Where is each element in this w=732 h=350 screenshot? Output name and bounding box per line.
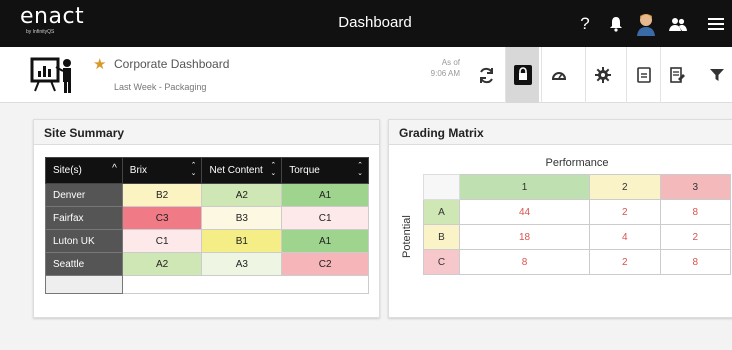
top-bar: enact by InfinityQS Dashboard ?: [0, 0, 732, 47]
matrix-count-cell[interactable]: 44: [458, 199, 591, 225]
grade-cell[interactable]: A1: [281, 229, 369, 253]
grading-matrix-title: Grading Matrix: [389, 120, 732, 145]
column-header-brix[interactable]: Brix ⌃ ⌄: [121, 157, 203, 184]
performance-column-header: 2: [589, 174, 661, 200]
lock-button[interactable]: [505, 47, 539, 103]
as-of-timestamp: As of 9:06 AM: [412, 57, 460, 79]
performance-axis-label: Performance: [545, 157, 609, 169]
table-row[interactable]: Seattle A2 A3 C2: [45, 252, 369, 276]
empty-cell: [45, 275, 123, 294]
column-header-label: Site(s): [53, 165, 82, 176]
site-summary-panel: Site Summary Site(s) ^ Brix ⌃ ⌄ Net Content…: [33, 119, 380, 318]
column-header-site[interactable]: Site(s) ^: [45, 157, 123, 184]
bell-icon[interactable]: [604, 12, 628, 36]
presentation-icon: [30, 55, 76, 95]
sort-up-icon[interactable]: ^: [112, 164, 117, 174]
table-row[interactable]: Luton UK C1 B1 A1: [45, 229, 369, 253]
potential-row-header: A: [423, 199, 460, 225]
column-header-torque[interactable]: Torque ⌃ ⌄: [281, 157, 369, 184]
settings-button[interactable]: [585, 47, 619, 103]
potential-row-header: B: [423, 224, 460, 250]
report-button[interactable]: [660, 47, 694, 103]
grade-cell[interactable]: B2: [121, 183, 203, 207]
column-header-net-content[interactable]: Net Content ⌃ ⌄: [201, 157, 283, 184]
logo-subtext: by InfinityQS: [26, 29, 55, 35]
refresh-icon: [479, 67, 493, 83]
as-of-time: 9:06 AM: [430, 69, 460, 78]
gear-icon: [594, 67, 611, 83]
matrix-count-cell[interactable]: 2: [589, 249, 661, 275]
table-row[interactable]: Fairfax C3 B3 C1: [45, 206, 369, 230]
notes-button[interactable]: [626, 47, 660, 103]
empty-row: [45, 275, 370, 294]
matrix-row: B 18 4 2: [423, 224, 732, 250]
column-header-label: Torque: [289, 165, 320, 176]
help-icon[interactable]: ?: [573, 12, 597, 36]
grade-cell[interactable]: B1: [201, 229, 283, 253]
matrix-count-cell[interactable]: 18: [458, 224, 591, 250]
grade-cell[interactable]: A2: [201, 183, 283, 207]
performance-column-header: 3: [659, 174, 732, 200]
column-header-label: Net Content: [209, 165, 263, 176]
menu-icon[interactable]: [704, 12, 728, 36]
sort-arrows-icon[interactable]: ⌃ ⌄: [270, 162, 276, 178]
site-name-cell[interactable]: Luton UK: [45, 229, 123, 253]
lock-icon: [513, 65, 532, 85]
page-title: Dashboard: [338, 14, 412, 31]
sort-arrows-icon[interactable]: ⌃ ⌄: [357, 162, 363, 178]
filter-button[interactable]: [700, 47, 732, 103]
matrix-count-cell[interactable]: 8: [659, 249, 732, 275]
gauge-icon: [551, 72, 566, 80]
dashboard-name: Corporate Dashboard: [114, 57, 230, 71]
site-name-cell[interactable]: Seattle: [45, 252, 123, 276]
matrix-header-row: 123: [423, 174, 732, 200]
user-avatar[interactable]: [634, 12, 658, 36]
matrix-count-cell[interactable]: 2: [589, 199, 661, 225]
grade-cell[interactable]: C1: [121, 229, 203, 253]
matrix-count-cell[interactable]: 4: [589, 224, 661, 250]
refresh-button[interactable]: [469, 47, 503, 103]
column-header-label: Brix: [129, 165, 148, 176]
grade-cell[interactable]: C3: [121, 206, 203, 230]
dashboard-filter: Last Week - Packaging: [114, 82, 207, 92]
performance-column-header: 1: [458, 174, 591, 200]
table-row[interactable]: Denver B2 A2 A1: [45, 183, 369, 207]
grading-matrix-table: 1 2 3 A 44 2 8 B 18 4 2 C 8 2 8: [423, 174, 732, 275]
sort-arrows-icon[interactable]: ⌃ ⌄: [191, 162, 197, 178]
matrix-count-cell[interactable]: 8: [659, 199, 732, 225]
empty-cell: [121, 275, 370, 294]
potential-axis-label: Potential: [401, 215, 413, 258]
report-edit-icon: [669, 67, 685, 83]
grade-cell[interactable]: B3: [201, 206, 283, 230]
team-icon[interactable]: [666, 12, 690, 36]
grade-cell[interactable]: C1: [281, 206, 369, 230]
favorite-star-icon[interactable]: ★: [93, 55, 106, 73]
grade-cell[interactable]: A2: [121, 252, 203, 276]
matrix-corner: [423, 174, 460, 200]
table-header-row: Site(s) ^ Brix ⌃ ⌄ Net Content ⌃ ⌄ Torque ⌃ ⌄: [45, 157, 369, 184]
matrix-row: A 44 2 8: [423, 199, 732, 225]
logo-text: enact: [20, 4, 85, 29]
site-summary-title: Site Summary: [34, 120, 379, 145]
site-name-cell[interactable]: Fairfax: [45, 206, 123, 230]
grade-cell[interactable]: C2: [281, 252, 369, 276]
matrix-count-cell[interactable]: 8: [458, 249, 591, 275]
filter-icon: [710, 69, 724, 81]
potential-row-header: C: [423, 249, 460, 275]
dashboard-toolbar: ★ Corporate Dashboard Last Week - Packag…: [0, 47, 732, 103]
matrix-row: C828: [423, 249, 732, 275]
grading-matrix-panel: Grading Matrix Performance Potential 123…: [388, 119, 732, 318]
matrix-count-cell[interactable]: 2: [659, 224, 732, 250]
as-of-label: As of: [441, 58, 460, 67]
gauge-button[interactable]: [541, 47, 575, 103]
enact-logo[interactable]: enact by InfinityQS: [20, 6, 84, 36]
document-icon: [636, 67, 651, 83]
site-name-cell[interactable]: Denver: [45, 183, 123, 207]
grade-cell[interactable]: A1: [281, 183, 369, 207]
site-summary-table: Site(s) ^ Brix ⌃ ⌄ Net Content ⌃ ⌄ Torque ⌃ ⌄ D…: [45, 157, 370, 294]
grade-cell[interactable]: A3: [201, 252, 283, 276]
